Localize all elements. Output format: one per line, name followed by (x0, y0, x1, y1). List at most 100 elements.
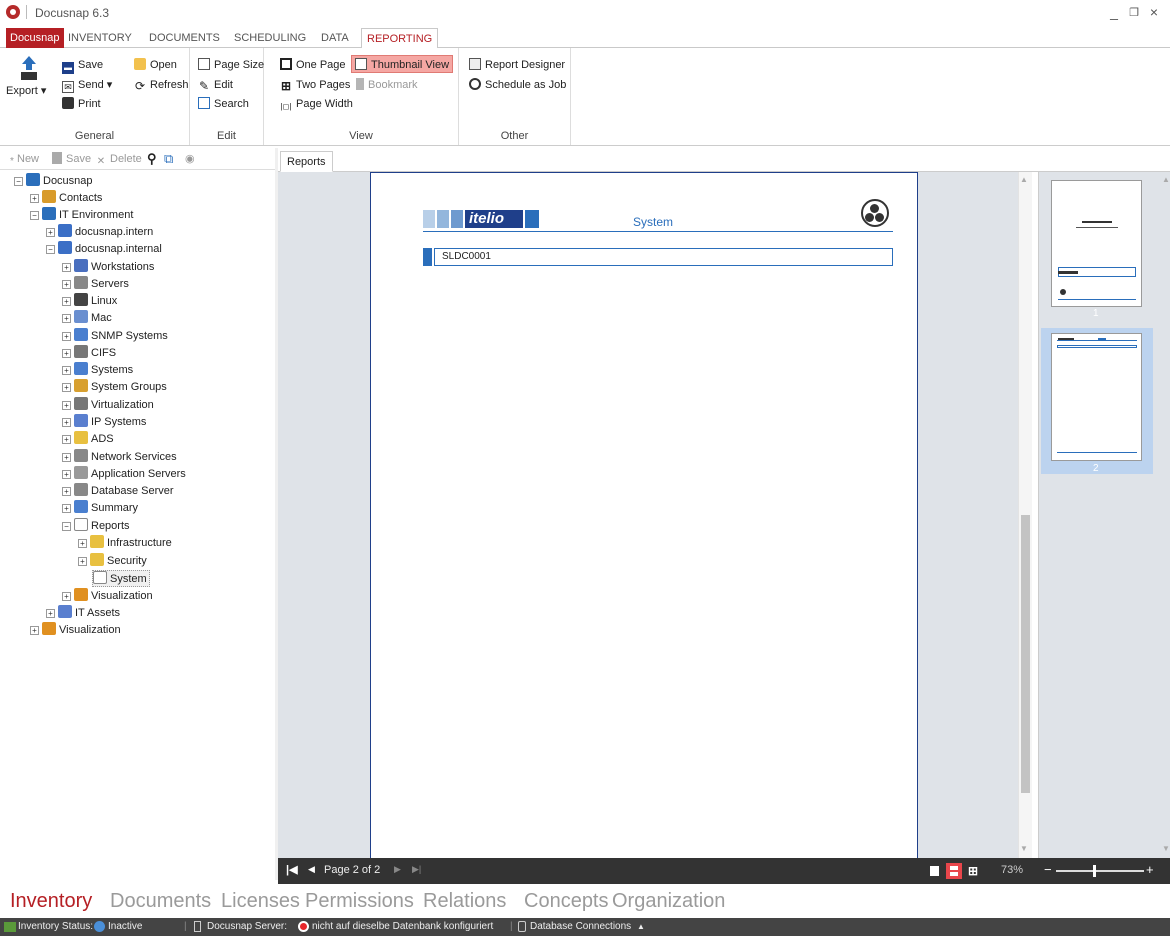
module-tab-organization[interactable]: Organization (612, 890, 725, 913)
tab-documents[interactable]: DOCUMENTS (144, 28, 225, 48)
thumbnail-page-1[interactable] (1051, 180, 1142, 307)
expand-toggle-icon[interactable]: + (62, 504, 71, 513)
thumbnail-view-button[interactable]: Thumbnail View (351, 55, 454, 73)
one-page-button[interactable]: One Page (280, 56, 346, 74)
tree-node[interactable]: + IT Assets (46, 605, 120, 622)
page-width-button[interactable]: |◻| Page Width (280, 95, 353, 113)
next-page-icon[interactable]: ▶ (394, 864, 401, 875)
edit-button[interactable]: ✎ Edit (198, 76, 233, 94)
expand-toggle-icon[interactable]: + (62, 366, 71, 375)
two-pages-button[interactable]: ⊞ Two Pages (280, 76, 350, 94)
open-button[interactable]: Open (134, 56, 177, 74)
tree-node[interactable]: + Servers (62, 276, 129, 293)
last-page-icon[interactable]: ▶| (412, 864, 421, 875)
expand-toggle-icon[interactable]: + (30, 626, 39, 635)
module-tab-documents[interactable]: Documents (110, 890, 211, 913)
tree-node[interactable]: + Security (78, 553, 147, 570)
expand-toggle-icon[interactable]: + (30, 194, 39, 203)
thumbnail-page-2[interactable] (1051, 333, 1142, 461)
print-button[interactable]: Print (62, 95, 101, 113)
expand-toggle-icon[interactable]: + (62, 592, 71, 601)
new-button[interactable]: * New (8, 150, 39, 168)
tree-node[interactable]: + Application Servers (62, 466, 186, 483)
tab-data[interactable]: DATA (316, 28, 354, 48)
tree-node[interactable]: − docusnap.internal (46, 241, 162, 258)
scrollbar-thumb[interactable] (1021, 515, 1030, 793)
tree-node[interactable]: + Workstations (62, 259, 154, 276)
bookmark-button[interactable]: Bookmark (356, 76, 418, 94)
scroll-up-icon[interactable]: ▲ (1020, 175, 1028, 184)
tree-node[interactable]: + Visualization (62, 588, 153, 605)
tree-node[interactable]: − Docusnap (14, 173, 93, 190)
export-button[interactable]: Export ▾ (6, 54, 46, 104)
tree-node[interactable]: + Mac (62, 310, 112, 327)
expand-toggle-icon[interactable]: − (62, 522, 71, 531)
expand-toggle-icon[interactable]: + (62, 383, 71, 392)
tree-node[interactable]: − Reports (62, 518, 130, 535)
single-page-view-icon[interactable] (930, 866, 939, 876)
inventory-status-value[interactable]: Inactive (108, 918, 142, 936)
expand-up-icon[interactable]: ▲ (637, 918, 645, 936)
tree-node[interactable]: + Infrastructure (78, 535, 172, 552)
system-row[interactable]: SLDC0001 (434, 248, 893, 266)
tree-node[interactable]: + IP Systems (62, 414, 146, 431)
expand-toggle-icon[interactable]: + (62, 401, 71, 410)
search-button[interactable]: Search (198, 95, 249, 113)
thumb-scroll-down-icon[interactable]: ▼ (1162, 844, 1170, 853)
zoom-out-icon[interactable]: − (1044, 862, 1052, 877)
tree-node[interactable]: + Systems (62, 362, 133, 379)
module-tab-licenses[interactable]: Licenses (221, 890, 300, 913)
expand-toggle-icon[interactable]: + (62, 332, 71, 341)
delete-button[interactable]: ✕ Delete (96, 150, 142, 168)
close-button[interactable]: × (1145, 4, 1163, 20)
zoom-slider-handle[interactable] (1093, 865, 1096, 877)
tab-scheduling[interactable]: SCHEDULING (229, 28, 311, 48)
expand-toggle-icon[interactable]: − (14, 177, 23, 186)
expand-toggle-icon[interactable]: + (62, 349, 71, 358)
restore-button[interactable]: ❐ (1125, 6, 1143, 19)
expand-toggle-icon[interactable]: + (62, 435, 71, 444)
app-menu-button[interactable]: Docusnap (6, 28, 64, 48)
expand-toggle-icon[interactable]: + (62, 263, 71, 272)
tree-node[interactable]: + System Groups (62, 379, 167, 396)
tree-node[interactable]: + SNMP Systems (62, 328, 168, 345)
scroll-down-icon[interactable]: ▼ (1020, 844, 1028, 853)
thumb-scroll-up-icon[interactable]: ▲ (1162, 175, 1170, 184)
module-tab-inventory[interactable]: Inventory (10, 890, 92, 913)
tab-reporting[interactable]: REPORTING (361, 28, 439, 49)
tree-node[interactable]: + Database Server (62, 483, 174, 500)
expand-toggle-icon[interactable]: + (62, 470, 71, 479)
tab-reports[interactable]: Reports (280, 151, 333, 172)
expand-toggle-icon[interactable]: + (62, 297, 71, 306)
refresh-button[interactable]: ⟳ Refresh (134, 76, 189, 94)
expand-toggle-icon[interactable]: − (46, 245, 55, 254)
tree-node[interactable]: + Contacts (30, 190, 102, 207)
tree-node[interactable]: − IT Environment (30, 207, 133, 224)
tab-inventory[interactable]: INVENTORY (63, 28, 137, 48)
expand-toggle-icon[interactable]: + (46, 228, 55, 237)
expand-toggle-icon[interactable]: + (62, 418, 71, 427)
tree-node[interactable]: + Linux (62, 293, 117, 310)
expand-toggle-icon[interactable]: + (78, 557, 87, 566)
expand-toggle-icon[interactable]: − (30, 211, 39, 220)
prev-page-icon[interactable]: ◀ (308, 864, 315, 875)
expand-toggle-icon[interactable]: + (46, 609, 55, 618)
send-button[interactable]: ✉ Send ▾ (62, 76, 112, 94)
expand-toggle-icon[interactable]: + (62, 453, 71, 462)
multi-page-view-icon[interactable]: ⊞ (968, 864, 978, 878)
module-tab-concepts[interactable]: Concepts (524, 890, 609, 913)
schedule-as-job-button[interactable]: Schedule as Job (469, 76, 566, 94)
page-size-button[interactable]: Page Size (198, 56, 264, 74)
tree-node[interactable]: + ADS (62, 431, 114, 448)
save-button[interactable]: ▬ Save (62, 56, 103, 74)
expand-toggle-icon[interactable]: + (62, 314, 71, 323)
tree-node[interactable]: System (92, 570, 150, 587)
tree-node[interactable]: + Summary (62, 500, 138, 517)
zoom-in-icon[interactable]: + (1146, 862, 1154, 877)
module-tab-relations[interactable]: Relations (423, 890, 506, 913)
report-designer-button[interactable]: Report Designer (469, 56, 565, 74)
tree-save-button[interactable]: Save (52, 150, 91, 168)
minimize-button[interactable]: _ (1105, 4, 1123, 20)
tree-node[interactable]: + Virtualization (62, 397, 154, 414)
tree-node[interactable]: + Visualization (30, 622, 121, 639)
